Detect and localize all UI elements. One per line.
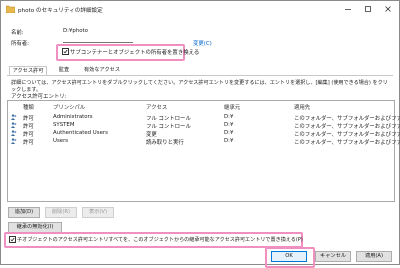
entry-inherited-from: D:¥ [224, 114, 234, 120]
remove-button[interactable]: 削除(R) [45, 207, 77, 218]
column-type[interactable]: 種類 [23, 103, 34, 111]
table-row[interactable]: 許可 SYSTEM フル コントロール D:¥ このフォルダー、サブフォルダーお… [8, 121, 400, 130]
entry-inherited-from: D:¥ [224, 122, 234, 128]
name-label: 名前: [11, 30, 24, 36]
entry-access: 読み取りと実行 [146, 140, 184, 146]
tab-effective-access[interactable]: 有効なアクセス [81, 66, 123, 75]
security-dialog: photo のセキュリティの詳細設定 名前: D:¥photo 所有者: 変更(… [0, 0, 400, 268]
owner-value [63, 42, 133, 43]
window-title: photo のセキュリティの詳細設定 [18, 8, 103, 14]
folder-icon [5, 5, 16, 14]
entry-inherited-from: D:¥ [224, 130, 234, 136]
column-principal[interactable]: プリンシパル [53, 103, 85, 111]
owner-change-link[interactable]: 変更(C) [193, 39, 212, 47]
entry-principal: Authenticated Users [53, 130, 108, 136]
maximize-icon[interactable] [363, 4, 373, 14]
replace-child-checkbox[interactable] [9, 236, 16, 243]
entry-applies-to: このフォルダー、サブフォルダーおよびファイル [294, 140, 400, 146]
entry-principal: SYSTEM [53, 122, 75, 128]
entry-principal: Users [53, 138, 69, 144]
owner-label: 所有者: [11, 41, 29, 47]
table-row[interactable]: 許可 Users 読み取りと実行 D:¥ このフォルダー、サブフォルダーおよびフ… [8, 137, 400, 146]
view-button[interactable]: 表示(V) [82, 207, 114, 218]
add-button[interactable]: 追加(D) [8, 207, 40, 218]
title-bar: photo のセキュリティの詳細設定 [1, 1, 399, 18]
column-access[interactable]: アクセス [146, 103, 167, 111]
name-value: D:¥photo [63, 28, 88, 34]
list-header: 種類 プリンシパル アクセス 継承元 適用先 [8, 101, 394, 111]
user-group-icon [11, 122, 17, 128]
table-row[interactable]: 許可 Authenticated Users 変更 D:¥ このフォルダー、サブ… [8, 129, 400, 138]
permission-entries-list[interactable]: 種類 プリンシパル アクセス 継承元 適用先 許可 Administrators… [7, 100, 400, 202]
entries-label: アクセス許可エントリ: [11, 94, 67, 100]
replace-owner-checkbox[interactable] [62, 48, 69, 55]
user-group-icon [11, 130, 17, 136]
tab-divider [7, 75, 393, 76]
description-text: 詳細については、アクセス許可エントリをダブルクリックしてください。アクセス許可エ… [11, 80, 388, 93]
ok-button[interactable]: OK [271, 251, 307, 262]
column-inherited-from[interactable]: 継承元 [224, 103, 240, 111]
user-group-icon [11, 114, 17, 120]
cancel-button[interactable]: キャンセル [315, 251, 351, 262]
close-icon[interactable] [383, 4, 393, 14]
user-group-icon [11, 138, 17, 144]
apply-button[interactable]: 適用(A) [356, 251, 392, 262]
table-row[interactable]: 許可 Administrators フル コントロール D:¥ このフォルダー、… [8, 113, 400, 122]
entry-inherited-from: D:¥ [224, 138, 234, 144]
replace-child-label[interactable]: 子オブジェクトのアクセス許可エントリすべてを、このオブジェクトからの継承可能なア… [17, 236, 303, 243]
entry-type: 許可 [23, 140, 34, 146]
minimize-icon[interactable] [343, 4, 353, 14]
replace-owner-label[interactable]: サブコンテナーとオブジェクトの所有者を置き換える [70, 48, 199, 56]
entry-principal: Administrators [53, 114, 93, 120]
tab-auditing[interactable]: 監査 [53, 66, 75, 75]
column-applies-to[interactable]: 適用先 [294, 103, 310, 111]
